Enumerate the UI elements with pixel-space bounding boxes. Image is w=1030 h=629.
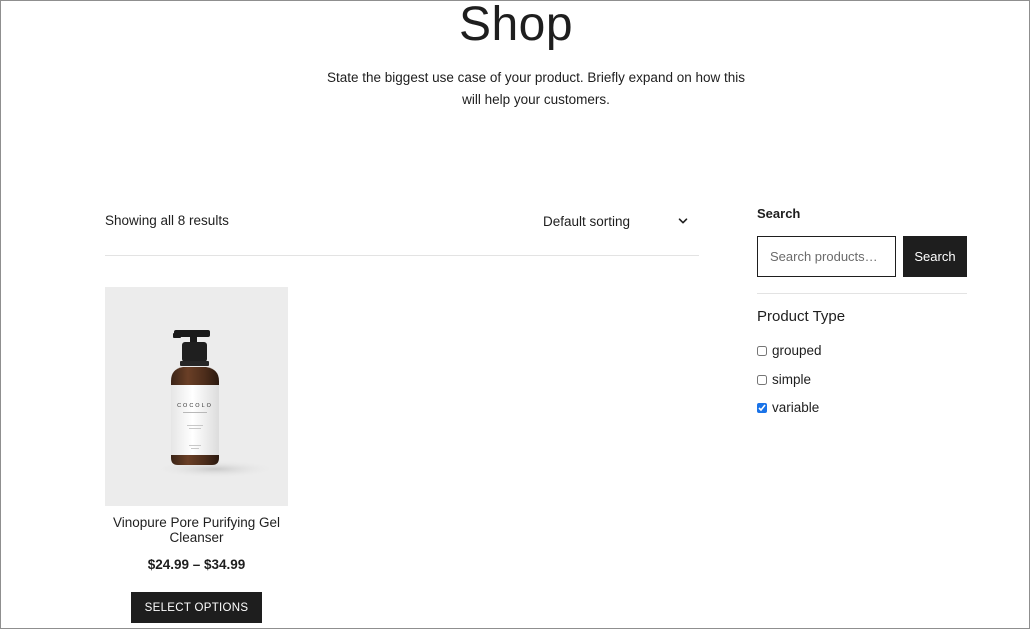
- filter-label: variable: [772, 400, 820, 415]
- page-title: Shop: [458, 0, 574, 51]
- search-heading: Search: [757, 206, 801, 221]
- cleanser-bottle-image: COCOLO: [153, 330, 277, 478]
- filter-checkbox-variable[interactable]: [757, 403, 767, 413]
- page-description: State the biggest use case of your produ…: [327, 70, 745, 107]
- sidebar-divider: [757, 293, 967, 294]
- search-input[interactable]: [757, 236, 896, 277]
- sort-label: Default sorting: [543, 213, 631, 229]
- product-price: $24.99 – $34.99: [147, 557, 246, 572]
- filter-label: simple: [772, 372, 812, 387]
- product-name-link[interactable]: Vinopure Pore Purifying Gel Cleanser: [105, 515, 288, 545]
- product-brand-label: COCOLO: [177, 403, 213, 409]
- sort-dropdown[interactable]: Default sorting: [535, 205, 699, 237]
- filter-label: grouped: [772, 343, 822, 358]
- chevron-down-icon: [677, 215, 689, 227]
- filter-option-simple[interactable]: simple: [757, 372, 811, 388]
- shop-page: Shop State the biggest use case of your …: [0, 0, 1030, 629]
- filter-option-grouped[interactable]: grouped: [757, 343, 822, 359]
- search-button[interactable]: Search: [903, 236, 967, 277]
- filter-checkbox-grouped[interactable]: [757, 346, 767, 356]
- filter-checkbox-simple[interactable]: [757, 375, 767, 385]
- select-options-button[interactable]: SELECT OPTIONS: [131, 592, 262, 623]
- product-image[interactable]: COCOLO: [105, 287, 288, 506]
- product-type-heading: Product Type: [757, 308, 846, 325]
- toolbar-divider: [105, 255, 699, 256]
- result-count: Showing all 8 results: [105, 213, 229, 228]
- filter-option-variable[interactable]: variable: [757, 400, 819, 416]
